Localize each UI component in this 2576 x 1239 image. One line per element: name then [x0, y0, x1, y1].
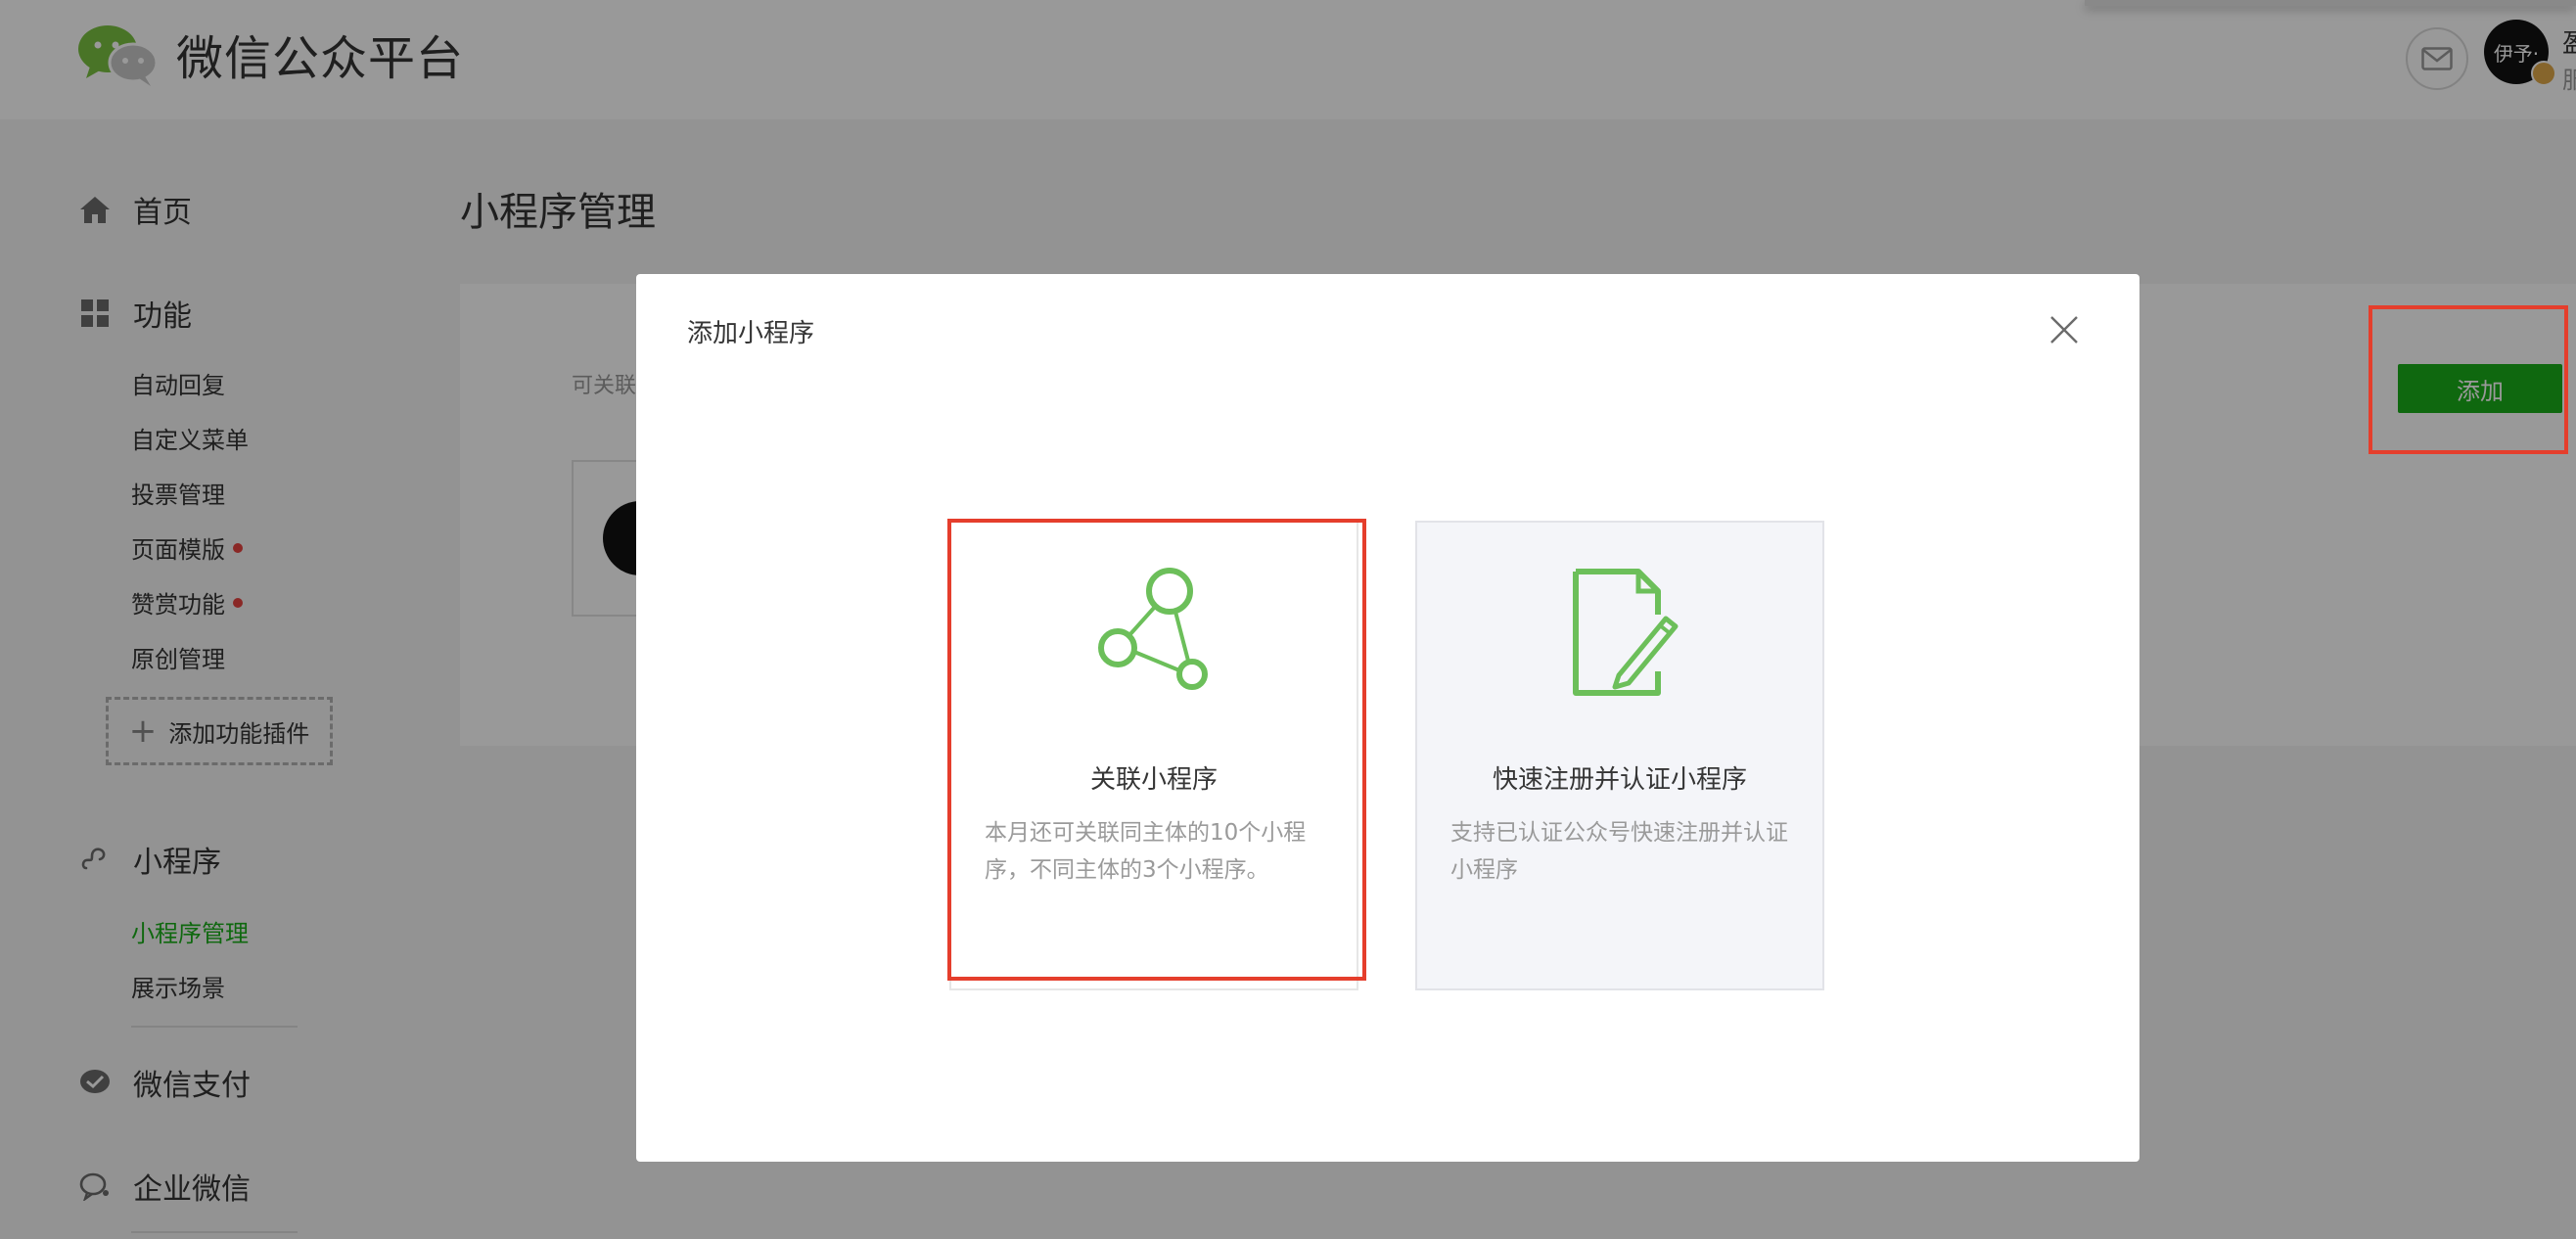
page: 微信公众平台 伊予· 盈 服 首页 功能 自动回复 自定义菜单 投票管理 页面模… [0, 0, 2576, 1239]
dialog-title: 添加小程序 [687, 319, 815, 348]
close-button[interactable] [2047, 313, 2081, 346]
document-pen-icon [1417, 566, 1822, 703]
link-option-highlight-box [947, 519, 1366, 981]
quick-register-option[interactable]: 快速注册并认证小程序 支持已认证公众号快速注册并认证小程序 [1415, 521, 1824, 990]
close-icon [2050, 316, 2078, 344]
add-button-highlight-box [2369, 305, 2568, 454]
option-description: 支持已认证公众号快速注册并认证小程序 [1450, 820, 1788, 883]
option-title: 快速注册并认证小程序 [1492, 765, 1747, 795]
add-mini-program-dialog: 添加小程序 关联小程序 本月还可关联同主体的10个小程序，不同主体的3个小程序。 [636, 274, 2139, 1162]
